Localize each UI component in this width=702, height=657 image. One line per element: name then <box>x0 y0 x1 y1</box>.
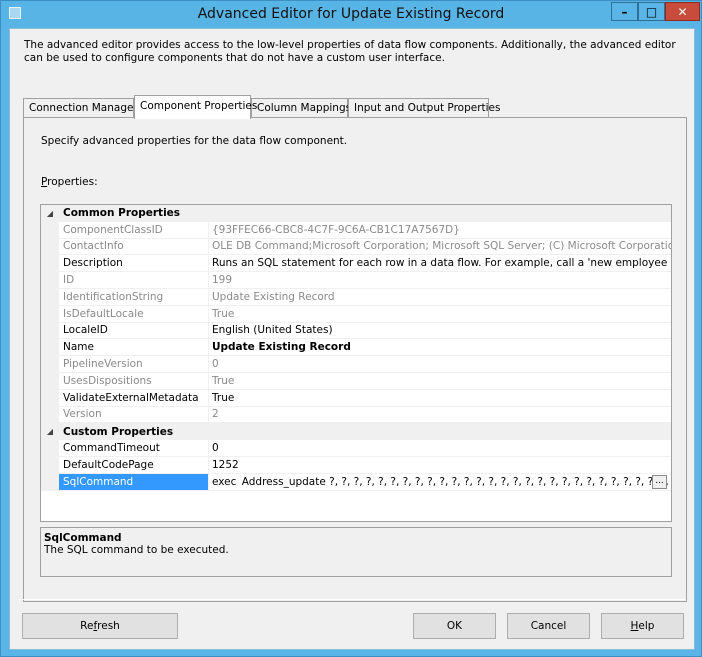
property-name: Description <box>59 255 209 273</box>
property-value: Update Existing Record <box>209 289 671 306</box>
tab-connection-managers[interactable]: Connection Managers <box>23 98 143 118</box>
tab-component-properties[interactable]: Component Properties <box>134 95 257 119</box>
property-value: True <box>209 306 671 323</box>
refresh-button[interactable]: Re f resh <box>22 613 178 639</box>
minimize-button[interactable]: – <box>611 2 638 21</box>
property-name: UsesDispositions <box>59 372 209 390</box>
property-value[interactable]: 0 <box>209 440 671 457</box>
intro-text: The advanced editor provides access to t… <box>24 39 676 64</box>
property-row-version[interactable]: Version 2 <box>41 406 671 424</box>
panel-description: Specify advanced properties for the data… <box>41 135 348 147</box>
property-name: SqlCommand <box>59 473 209 491</box>
property-row-identificationstring[interactable]: IdentificationString Update Existing Reco… <box>41 288 671 306</box>
category-common-properties[interactable]: ◢ Common Properties <box>41 205 671 222</box>
property-name: IsDefaultLocale <box>59 305 209 323</box>
property-name: ValidateExternalMetadata <box>59 389 209 407</box>
property-row-localeid[interactable]: LocaleID English (United States) <box>41 322 671 340</box>
window-title: Advanced Editor for Update Existing Reco… <box>197 6 505 22</box>
property-name: Name <box>59 339 209 357</box>
property-value[interactable]: True <box>209 390 671 407</box>
property-name: IdentificationString <box>59 288 209 306</box>
property-row-isdefaultlocale[interactable]: IsDefaultLocale True <box>41 305 671 323</box>
tab-label: Connection Managers <box>29 102 144 114</box>
property-name: CommandTimeout <box>59 440 209 457</box>
minimize-icon: – <box>621 4 628 19</box>
ok-button[interactable]: OK <box>413 613 496 639</box>
collapse-icon[interactable]: ◢ <box>41 209 59 218</box>
help-title: SqlCommand <box>44 532 122 544</box>
category-custom-properties[interactable]: ◢ Custom Properties <box>41 423 671 441</box>
property-row-validateexternalmetadata[interactable]: ValidateExternalMetadata True <box>41 389 671 407</box>
property-name: ContactInfo <box>59 238 209 256</box>
property-name: ComponentClassID <box>59 221 209 239</box>
property-row-name[interactable]: Name Update Existing Record <box>41 339 671 357</box>
property-name: DefaultCodePage <box>59 456 209 474</box>
property-value[interactable]: Update Existing Record <box>209 339 671 357</box>
property-row-componentclassid[interactable]: ComponentClassID {93FFEC66-CBC8-4C7F-9C6A… <box>41 221 671 239</box>
close-button[interactable]: ✕ <box>665 2 700 21</box>
property-value[interactable]: English (United States) <box>209 323 671 340</box>
dialog-window: Advanced Editor for Update Existing Reco… <box>0 0 702 657</box>
property-name: ID <box>59 272 209 289</box>
tab-column-mappings[interactable]: Column Mappings <box>251 98 352 118</box>
property-value[interactable]: Runs an SQL statement for each row in a … <box>209 255 671 273</box>
collapse-icon[interactable]: ◢ <box>41 427 59 436</box>
property-value[interactable]: 1252 <box>209 457 671 474</box>
tab-label: Input and Output Properties <box>354 102 501 114</box>
property-row-sqlcommand[interactable]: SqlCommand exec Address_update ?, ?, ?, … <box>41 473 671 491</box>
property-name: LocaleID <box>59 322 209 340</box>
tab-panel: Specify advanced properties for the data… <box>23 117 687 602</box>
cancel-button[interactable]: Cancel <box>507 613 590 639</box>
property-name: Version <box>59 406 209 424</box>
dialog-client-area: The advanced editor provides access to t… <box>9 28 695 650</box>
title-bar[interactable]: Advanced Editor for Update Existing Reco… <box>1 1 701 27</box>
maximize-icon: □ <box>645 4 658 19</box>
category-label: Common Properties <box>63 207 181 220</box>
property-row-description[interactable]: Description Runs an SQL statement for eac… <box>41 255 671 273</box>
property-row-pipelineversion[interactable]: PipelineVersion 0 <box>41 356 671 373</box>
property-grid[interactable]: ◢ Common Properties ComponentClassID {93F… <box>40 204 672 522</box>
property-value: {93FFEC66-CBC8-4C7F-9C6A-CB1C17A7567D} <box>209 222 671 239</box>
sqlcommand-value-input[interactable]: exec Address_update ?, ?, ?, ?, ?, ?, ?,… <box>209 474 671 491</box>
property-row-commandtimeout[interactable]: CommandTimeout 0 <box>41 440 671 457</box>
category-label: Custom Properties <box>63 425 174 438</box>
property-value: 199 <box>209 272 671 289</box>
help-button[interactable]: Help <box>601 613 684 639</box>
property-value: 0 <box>209 356 671 373</box>
tab-label: Component Properties <box>140 100 258 112</box>
divider <box>19 599 685 600</box>
maximize-button[interactable]: □ <box>638 2 665 21</box>
tab-label: Column Mappings <box>257 102 352 114</box>
property-name: PipelineVersion <box>59 356 209 373</box>
property-row-defaultcodepage[interactable]: DefaultCodePage 1252 <box>41 456 671 474</box>
help-text: The SQL command to be executed. <box>44 544 229 556</box>
property-value: OLE DB Command;Microsoft Corporation; Mi… <box>209 239 671 256</box>
close-icon: ✕ <box>677 4 688 19</box>
properties-label: Properties: <box>41 176 98 188</box>
tab-input-output-properties[interactable]: Input and Output Properties <box>348 98 501 118</box>
property-value: True <box>209 373 671 390</box>
property-row-usesdispositions[interactable]: UsesDispositions True <box>41 372 671 390</box>
ellipsis-button[interactable]: ... <box>652 474 667 489</box>
property-value: 2 <box>209 407 671 424</box>
property-row-contactinfo[interactable]: ContactInfo OLE DB Command;Microsoft Corp… <box>41 238 671 256</box>
property-help-pane: SqlCommand The SQL command to be execute… <box>40 527 672 577</box>
property-row-id[interactable]: ID 199 <box>41 272 671 289</box>
